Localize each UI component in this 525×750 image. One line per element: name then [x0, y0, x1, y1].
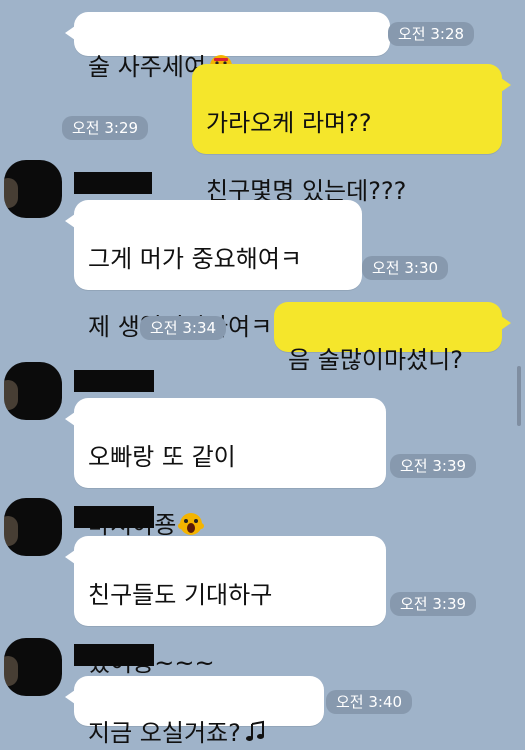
avatar[interactable]	[4, 160, 62, 218]
message-bubble[interactable]: 오빠랑 또 같이 마셔야죵	[65, 398, 386, 539]
message-bubble[interactable]: 술 사주세여	[65, 12, 390, 81]
screaming-emoji	[178, 513, 205, 535]
message-bubble[interactable]: 친구들도 기대하구 있어용~~~	[65, 536, 386, 677]
message-timestamp: 오전 3:39	[390, 454, 477, 478]
sender-name	[74, 644, 154, 666]
message-timestamp: 오전 3:34	[140, 316, 227, 340]
message-timestamp: 오전 3:29	[62, 116, 149, 140]
sender-name	[74, 370, 154, 392]
message-timestamp: 오전 3:30	[362, 256, 449, 280]
message-line: 그게 머가 중요해여ㅋ	[88, 245, 302, 273]
message-text: 음 술많이마셨니?	[288, 346, 463, 374]
message-timestamp: 오전 3:40	[326, 690, 413, 714]
music-note-icon	[245, 720, 264, 741]
avatar[interactable]	[4, 362, 62, 420]
message-text: 술 사주세여	[88, 53, 207, 81]
message-bubble[interactable]: 지금 오실거죠?	[65, 676, 324, 747]
message-line: 가라오케 라며??	[206, 109, 372, 137]
avatar[interactable]	[4, 498, 62, 556]
scrollbar[interactable]	[517, 366, 521, 426]
message-text: 지금 오실거죠?	[88, 719, 241, 747]
sender-name	[74, 172, 152, 194]
message-line: 오빠랑 또 같이	[88, 443, 236, 471]
avatar[interactable]	[4, 638, 62, 696]
chat-area: 술 사주세여 오전 3:28 오전 3:29 가라오케 라며?? 친구몇명 있는…	[0, 0, 525, 747]
message-bubble[interactable]: 가라오케 라며?? 친구몇명 있는데???	[192, 64, 511, 205]
message-bubble[interactable]: 그게 머가 중요해여ㅋ 제 생일이자나여ㅋㅋ	[65, 200, 362, 341]
message-bubble[interactable]: 음 술많이마셨니?	[274, 302, 511, 374]
message-timestamp: 오전 3:39	[390, 592, 477, 616]
message-line: 친구들도 기대하구	[88, 581, 273, 609]
sender-name	[74, 506, 154, 528]
message-timestamp: 오전 3:28	[388, 22, 475, 46]
